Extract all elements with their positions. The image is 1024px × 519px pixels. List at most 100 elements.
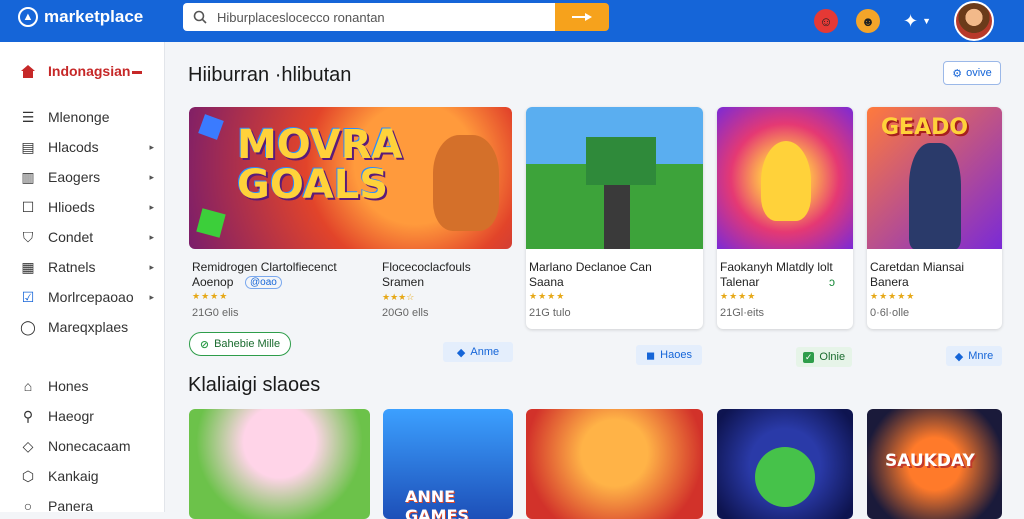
sidebar-item[interactable]: ▤ Hlacods ▸ xyxy=(20,136,160,158)
pill-button[interactable]: ⊘ Bahebie Mille xyxy=(189,332,291,356)
sidebar-item[interactable]: ☑ Morlrcepaoao ▸ xyxy=(20,286,160,308)
review-count: 0·6l·olle xyxy=(870,307,910,319)
calendar-icon: ▦ xyxy=(21,258,35,275)
sidebar-item[interactable]: ▦ Ratnels ▸ xyxy=(20,256,160,278)
pill-button[interactable]: ◼ Haoes xyxy=(636,345,702,365)
brand-logo-icon: ▲ xyxy=(18,7,38,27)
arrow-right-icon xyxy=(572,13,592,21)
sidebar-item[interactable]: ⚲ Haeogr xyxy=(20,405,160,427)
review-count: 20G0 ells xyxy=(382,307,429,319)
pill-label: Bahebie Mille xyxy=(214,338,281,350)
game-tile[interactable] xyxy=(526,409,703,519)
flag-icon: ◼ xyxy=(646,349,656,362)
sidebar-item-label: Kankaig xyxy=(48,468,99,484)
section-title: Klaliaigi slaoes xyxy=(188,374,321,396)
search-input[interactable] xyxy=(217,9,537,25)
house-shape xyxy=(586,137,656,185)
review-count: 21G0 elis xyxy=(192,307,239,319)
chevron-right-icon: ▸ xyxy=(149,291,154,302)
game-card-secondary[interactable]: Flocecoclacfouls Sramen ★★★☆ 20G0 ells xyxy=(382,260,471,319)
sidebar-item[interactable]: ◇ Nonecacaam xyxy=(20,435,160,457)
mascot-figure xyxy=(433,135,499,231)
profile-mascot-icon[interactable]: ☻ xyxy=(856,9,880,33)
sidebar-item-label: Ratnels xyxy=(48,259,96,275)
game-art-title: SAUKDAY xyxy=(885,451,975,471)
view-all-label: ovive xyxy=(966,67,992,79)
sidebar-item-label: Eaogers xyxy=(48,169,101,185)
check-icon: ✓ xyxy=(802,351,815,363)
settings-dropdown-icon[interactable]: ✦ ▼ xyxy=(898,9,936,33)
sidebar-item-label: Hlioeds xyxy=(48,199,95,215)
avatar[interactable] xyxy=(954,1,994,41)
game-art-title: ANNE GAMES xyxy=(405,487,469,519)
rating-stars: ★★★★ xyxy=(192,291,229,301)
sidebar-item[interactable]: ☰ Mlenonge xyxy=(20,106,160,128)
notification-icon[interactable]: ☺ xyxy=(814,9,838,33)
game-tile[interactable] xyxy=(717,409,853,519)
character-figure xyxy=(909,143,961,249)
sidebar-item[interactable]: ⌂ Hones xyxy=(20,375,160,397)
game-name: Flocecoclacfouls Sramen xyxy=(382,260,471,289)
document-icon: ▤ xyxy=(21,138,35,155)
square-icon: ☐ xyxy=(21,198,35,215)
game-tile[interactable]: ANNE GAMES xyxy=(383,409,513,519)
extra-label: ɔ xyxy=(829,275,835,289)
search-icon xyxy=(193,10,207,24)
search-button[interactable] xyxy=(555,3,609,31)
sidebar-region-selector[interactable]: Indonagsian ▬ xyxy=(20,60,160,82)
game-art-title: GEADO xyxy=(881,115,969,140)
section-title: Hiiburran ·hlibutan xyxy=(188,64,352,86)
chevron-right-icon: ▸ xyxy=(149,141,154,152)
sidebar-region-label: Indonagsian xyxy=(48,63,131,79)
brand[interactable]: ▲ marketplace xyxy=(18,7,143,27)
sidebar-item-label: Mlenonge xyxy=(48,109,110,125)
circle-icon: ◯ xyxy=(20,318,36,335)
game-tile[interactable] xyxy=(189,409,370,519)
review-count: 21G tulo xyxy=(529,307,571,319)
shield-icon: ⛉ xyxy=(22,228,34,245)
review-count: 21Gl·eits xyxy=(720,307,765,319)
game-card[interactable]: Faokanyh Mlatdly lolt Talenar ɔ ★★★★ 21G… xyxy=(717,107,853,329)
game-name: Caretdan Miansai Banera xyxy=(870,260,965,289)
game-card[interactable]: GEADO Caretdan Miansai Banera ★★★★★ 0·6l… xyxy=(867,107,1002,329)
pin-icon: ◆ xyxy=(456,346,466,359)
sidebar-item[interactable]: ⛉ Condet ▸ xyxy=(20,226,160,248)
tag-icon: ◆ xyxy=(954,350,964,363)
sidebar-item-label: Condet xyxy=(48,229,94,245)
pill-button[interactable]: ◆ Mnre xyxy=(946,346,1002,366)
sidebar: Indonagsian ▬ ☰ Mlenonge ▤ Hlacods ▸ ▥ Eaogers… xyxy=(0,42,165,514)
game-name: Marlano Declanoe Can Saana xyxy=(529,260,652,289)
home-icon: ⌂ xyxy=(23,378,33,394)
sidebar-item[interactable]: ⬡ Kankaig xyxy=(20,465,160,487)
game-name: Faokanyh Mlatdly lolt Talenar xyxy=(720,260,833,289)
sidebar-item-label: Morlrcepaoao xyxy=(48,289,134,305)
rating-stars: ★★★★ xyxy=(529,291,566,301)
search-box[interactable] xyxy=(183,3,555,31)
game-art xyxy=(717,107,853,249)
circle-icon: ⊘ xyxy=(199,338,210,351)
cart-icon: ⬡ xyxy=(21,467,35,484)
gem-decoration xyxy=(198,114,224,140)
gem-decoration xyxy=(196,208,226,238)
sidebar-item[interactable]: ▥ Eaogers ▸ xyxy=(20,166,160,188)
game-card[interactable]: Marlano Declanoe Can Saana ★★★★ 21G tulo xyxy=(526,107,703,329)
list-icon: ☰ xyxy=(21,108,35,125)
game-tile[interactable]: SAUKDAY xyxy=(867,409,1002,519)
rating-stars: ★★★☆ xyxy=(382,292,415,302)
mascot-figure xyxy=(761,141,811,221)
pill-label: Olnie xyxy=(819,351,846,363)
sidebar-item-label: Mareqxplaes xyxy=(48,319,129,335)
sidebar-item-label: Hlacods xyxy=(48,139,99,155)
pill-button[interactable]: ◆ Anme xyxy=(443,342,513,362)
view-all-button[interactable]: ⚙ ovive xyxy=(943,61,1001,85)
chevron-right-icon: ▸ xyxy=(149,231,154,242)
store-icon: ▥ xyxy=(21,168,35,185)
sidebar-item[interactable]: ○ Panera xyxy=(20,495,160,517)
home-icon xyxy=(20,63,36,79)
sidebar-item[interactable]: ◯ Mareqxplaes xyxy=(20,316,160,338)
pill-button[interactable]: ✓ Olnie xyxy=(796,347,852,367)
tag-icon: ◇ xyxy=(22,437,34,454)
game-art xyxy=(526,107,703,249)
gear-icon: ⚙ xyxy=(952,67,963,80)
sidebar-item[interactable]: ☐ Hlioeds ▸ xyxy=(20,196,160,218)
